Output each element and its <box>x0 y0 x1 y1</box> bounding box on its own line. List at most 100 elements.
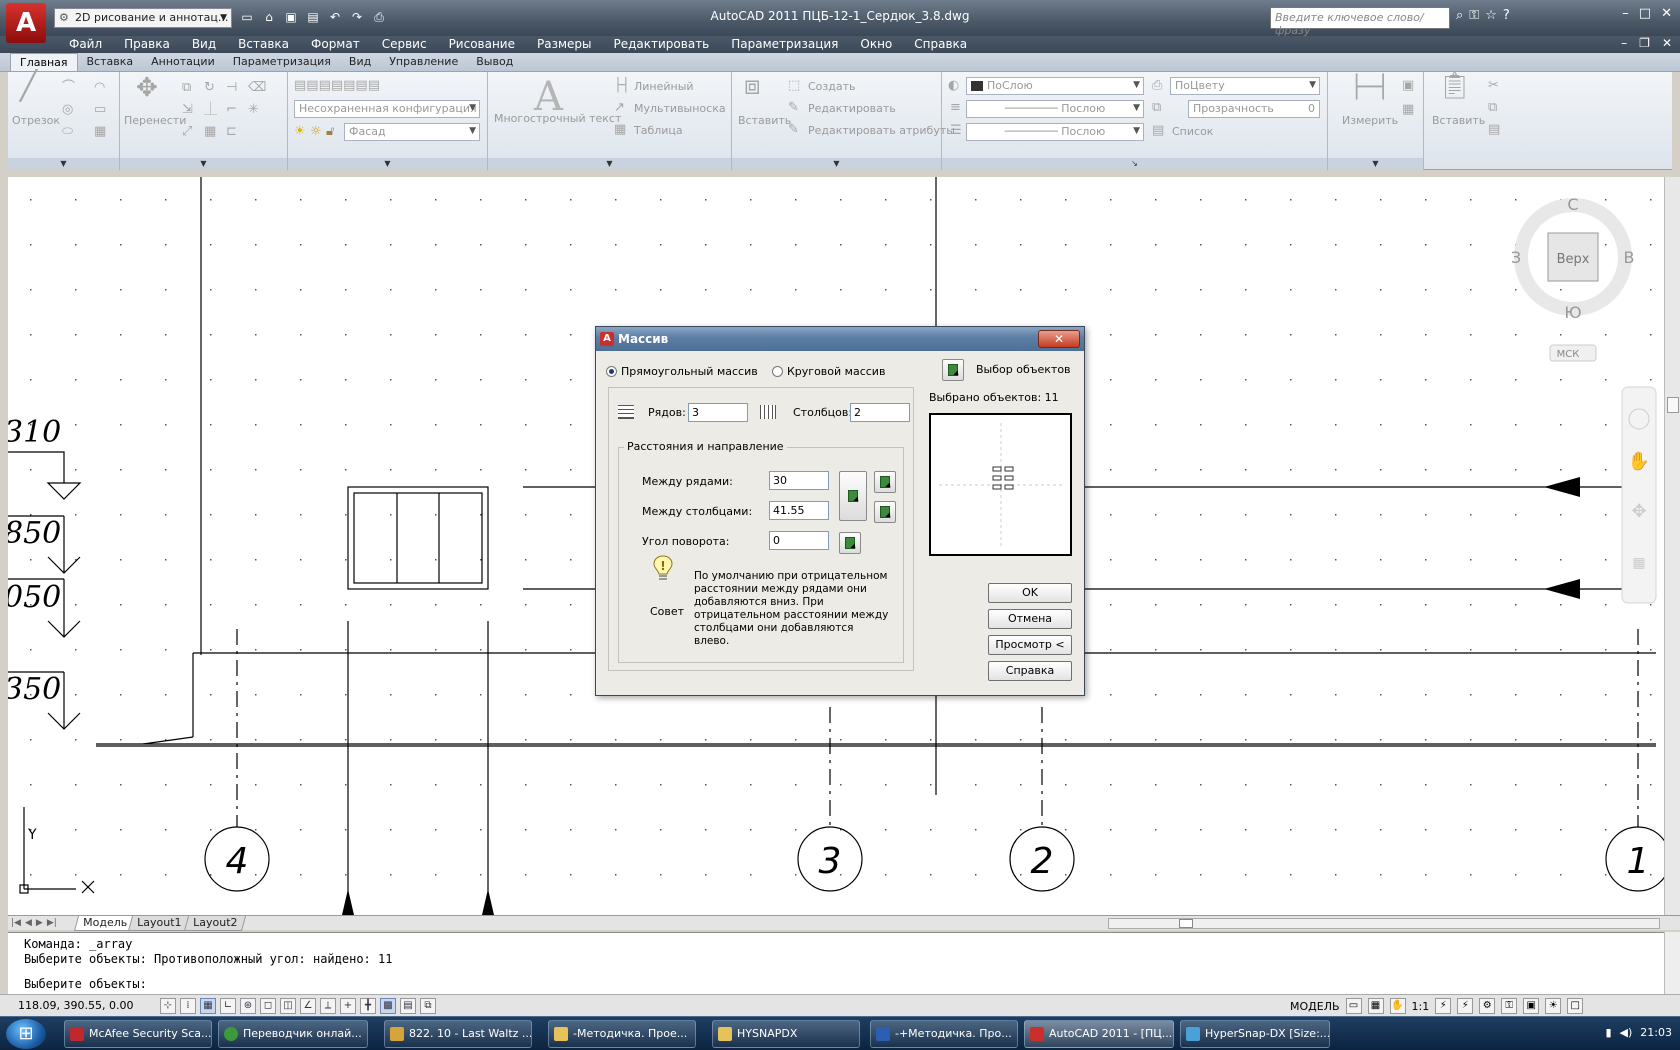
doc-restore-icon[interactable]: ❐ <box>1639 36 1650 50</box>
layer-combo[interactable]: Фасад ▼ <box>344 123 480 141</box>
erase-icon[interactable]: ⌫ <box>248 80 266 96</box>
save-as-icon[interactable]: ▤ <box>304 8 322 26</box>
preview-button[interactable]: Просмотр < <box>988 635 1072 655</box>
doc-close-icon[interactable]: ✕ <box>1662 36 1672 50</box>
viewcube-east[interactable]: В <box>1624 248 1635 267</box>
workspace-switch-icon[interactable]: ⚙ <box>1479 998 1496 1014</box>
match-icon[interactable]: ▤ <box>1488 122 1500 138</box>
undo-icon[interactable]: ↶ <box>326 8 344 26</box>
open-icon[interactable]: ⌂ <box>260 8 278 26</box>
panel-expander-icon[interactable]: ▼ <box>1328 158 1423 170</box>
taskbar-item[interactable]: Переводчик онлай... <box>218 1020 368 1048</box>
calc-icon[interactable]: ▦ <box>1402 102 1414 118</box>
navigation-bar[interactable]: ✋ ✥ ▦ <box>1621 386 1657 604</box>
minimize-icon[interactable]: – <box>1622 6 1629 21</box>
linear-dim-icon[interactable]: ├┤ <box>614 78 630 94</box>
taskbar-item[interactable]: -Методичка. Прое... <box>548 1020 696 1048</box>
tab-output[interactable]: Вывод <box>467 53 522 71</box>
horizontal-scrollbar[interactable] <box>1108 918 1660 929</box>
clock[interactable]: 21:03 <box>1640 1026 1672 1039</box>
pick-col-offset-button[interactable] <box>874 501 896 523</box>
table-label[interactable]: Таблица <box>634 124 683 137</box>
bulb-icon[interactable]: ☀ <box>294 124 306 140</box>
paste-icon[interactable]: 📋︎ <box>1438 73 1471 99</box>
menu-view[interactable]: Вид <box>181 36 227 53</box>
pan-icon[interactable]: ✋ <box>1389 998 1406 1014</box>
menu-modify[interactable]: Редактировать <box>603 36 721 53</box>
col-offset-input[interactable] <box>769 501 829 520</box>
quick-view-drawings-icon[interactable]: ▦ <box>1367 998 1384 1014</box>
multileader-label[interactable]: Мультивыноска <box>634 102 726 115</box>
volume-icon[interactable]: ◀) <box>1620 1026 1633 1039</box>
model-space-toggle[interactable]: МОДЕЛЬ <box>1290 1000 1340 1013</box>
scroll-thumb[interactable] <box>1179 919 1193 928</box>
binoculars-icon[interactable]: ⌕ <box>1456 8 1463 23</box>
plot-icon[interactable]: ⎙ <box>370 8 388 26</box>
tab-parametric[interactable]: Параметризация <box>224 53 340 71</box>
ellipse-icon[interactable]: ⬭ <box>62 124 73 140</box>
color-combo[interactable]: ПоСлою ▼ <box>966 77 1144 95</box>
dyn-toggle[interactable]: + <box>340 998 356 1014</box>
help-icon[interactable]: ? <box>1503 8 1510 23</box>
tab-layout2[interactable]: Layout2 <box>183 916 247 931</box>
taskbar-item[interactable]: McAfee Security Sca... <box>64 1020 212 1048</box>
autocad-logo[interactable]: A <box>6 3 46 43</box>
panel-expander-icon[interactable]: ▼ <box>488 158 731 170</box>
stretch-icon[interactable]: ⇲ <box>182 102 193 118</box>
menu-draw[interactable]: Рисование <box>438 36 526 53</box>
multileader-icon[interactable]: ↗ <box>614 100 625 116</box>
layer-config-combo[interactable]: Несохраненная конфигурация слоев▼ <box>294 100 480 118</box>
tab-view[interactable]: Вид <box>340 53 380 71</box>
infer-constraints-toggle[interactable]: ⊹ <box>160 998 176 1014</box>
snap-toggle[interactable]: ⁞ <box>180 998 196 1014</box>
taskbar-item[interactable]: 822. 10 - Last Waltz ... <box>384 1020 532 1048</box>
taskbar-item[interactable]: HYSNAPDX <box>712 1020 860 1048</box>
measure-icon[interactable]: ├─┤ <box>1350 77 1390 99</box>
row-offset-input[interactable] <box>769 471 829 490</box>
panel-expander-icon[interactable]: ▼ <box>288 158 487 170</box>
isolate-icon[interactable]: ☀ <box>1545 998 1562 1014</box>
vertical-scrollbar[interactable] <box>1664 177 1680 915</box>
arc-icon[interactable]: ◠ <box>94 80 105 96</box>
annotation-visibility-icon[interactable]: ⚡ <box>1435 998 1452 1014</box>
layout-nav[interactable]: |◀ ◀ ▶ ▶| <box>11 916 57 930</box>
insert-label[interactable]: Вставить <box>738 114 791 127</box>
quick-select-icon[interactable]: ▣ <box>1402 78 1414 94</box>
circle-icon[interactable]: ◎ <box>62 102 73 118</box>
save-icon[interactable]: ▣ <box>282 8 300 26</box>
lineweight-toggle[interactable]: ╋ <box>360 998 376 1014</box>
transparency-toggle[interactable]: ▩ <box>380 998 396 1014</box>
match-properties-icon[interactable]: ◐ <box>948 78 959 94</box>
menu-tools[interactable]: Сервис <box>371 36 438 53</box>
linetype-combo[interactable]: ──────── Послою ▼ <box>966 100 1144 118</box>
copy-clip-icon[interactable]: ⧉ <box>1488 100 1497 116</box>
taskbar-item[interactable]: HyperSnap-DX [Size:... <box>1180 1020 1330 1048</box>
move-icon[interactable]: ✥ <box>136 75 158 101</box>
hatch-icon[interactable]: ▦ <box>94 124 106 140</box>
panel-expander-icon[interactable]: ↘ <box>942 158 1327 170</box>
3d-osnap-toggle[interactable]: ◫ <box>280 998 296 1014</box>
tab-manage[interactable]: Управление <box>380 53 467 71</box>
tab-insert[interactable]: Вставка <box>78 53 143 71</box>
dialog-title-bar[interactable]: A Массив ✕ <box>596 327 1084 351</box>
table-icon[interactable]: ▦ <box>614 122 626 138</box>
viewcube-west[interactable]: З <box>1511 248 1521 267</box>
lock-icon[interactable]: 🔓︎ <box>326 124 334 140</box>
scale-icon[interactable]: ⤢ <box>182 124 192 140</box>
clean-screen-icon[interactable]: □ <box>1567 998 1584 1014</box>
help-button[interactable]: Справка <box>988 661 1072 681</box>
trim-icon[interactable]: ⊣ <box>226 80 237 96</box>
network-icon[interactable]: ▮ <box>1605 1026 1611 1039</box>
polar-array-radio[interactable]: Круговой массив <box>772 365 885 378</box>
start-button[interactable]: ⊞ <box>6 1019 46 1049</box>
hardware-accel-icon[interactable]: ▣ <box>1523 998 1540 1014</box>
command-scrollbar[interactable] <box>1664 932 1680 994</box>
menu-dimension[interactable]: Размеры <box>526 36 603 53</box>
tab-model[interactable]: Модель <box>73 916 137 931</box>
mirror-icon[interactable]: ⏊ <box>204 102 217 118</box>
explode-icon[interactable]: ✳ <box>248 102 259 118</box>
transparency-icon[interactable]: ⧉ <box>1152 100 1161 116</box>
ok-button[interactable]: OK <box>988 583 1072 603</box>
measure-label[interactable]: Измерить <box>1342 114 1398 127</box>
annotation-scale[interactable]: 1:1 <box>1412 1000 1430 1013</box>
